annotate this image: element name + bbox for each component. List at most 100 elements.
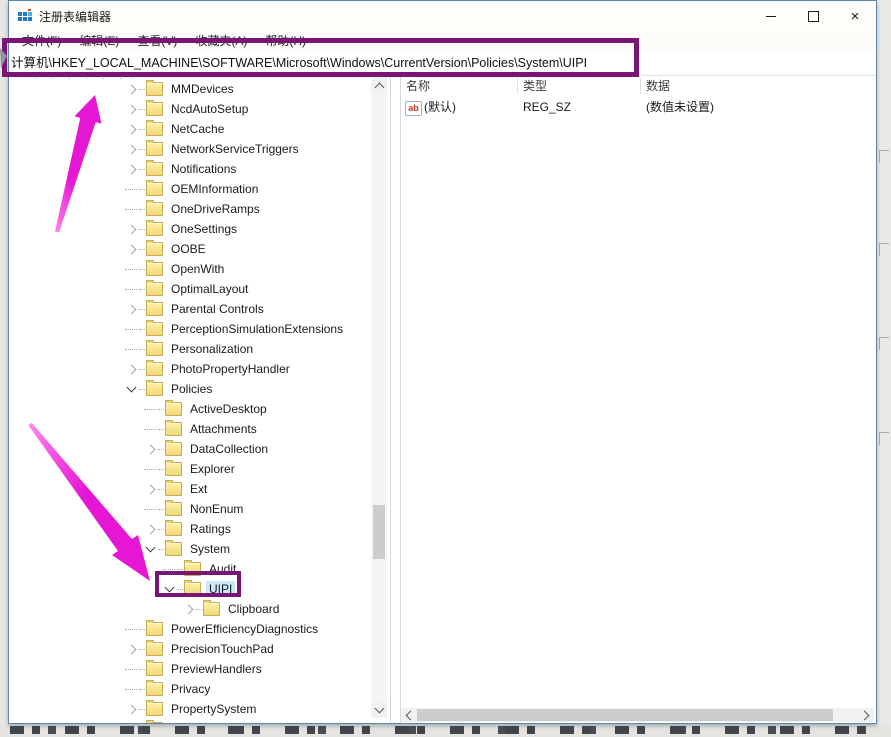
values-scrollbar-thumb[interactable] [417, 709, 833, 721]
value-row[interactable]: ab (默认) REG_SZ (数值未设置) [401, 98, 876, 117]
minimize-button[interactable] [750, 1, 792, 31]
tree-item-netcache[interactable]: NetCache [9, 119, 372, 139]
tree-item-label: NonEnum [190, 502, 244, 516]
tree-item-audit[interactable]: Audit [9, 559, 372, 579]
tree-item-attachments[interactable]: Attachments [9, 419, 372, 439]
tree-item-privacy[interactable]: Privacy [9, 679, 372, 699]
tree-item-photopropertyhandler[interactable]: PhotoPropertyHandler [9, 359, 372, 379]
tree-item-clipboard[interactable]: Clipboard [9, 599, 372, 619]
tree-scrollbar-thumb[interactable] [373, 505, 385, 559]
scroll-left-button[interactable] [401, 708, 417, 722]
chevron-collapsed-icon[interactable] [181, 602, 195, 616]
tree-vertical-scrollbar[interactable] [371, 78, 387, 718]
tree-item-openwith[interactable]: OpenWith [9, 259, 372, 279]
column-header-2[interactable]: 数据 [646, 76, 670, 96]
chevron-expanded-icon[interactable] [143, 542, 157, 556]
tree-item-label: OEMInformation [171, 182, 259, 196]
tree-item-mmdevices[interactable]: MMDevices [9, 79, 372, 99]
tree-item-ext[interactable]: Ext [9, 479, 372, 499]
close-button[interactable]: × [834, 1, 876, 31]
tree-item-powerefficiencydiagnostics[interactable]: PowerEfficiencyDiagnostics [9, 619, 372, 639]
tree-item-oeminformation[interactable]: OEMInformation [9, 179, 372, 199]
chevron-collapsed-icon[interactable] [124, 642, 138, 656]
menu-item-2[interactable]: 查看(V) [128, 31, 186, 51]
chevron-collapsed-icon[interactable] [124, 702, 138, 716]
tree-item-label: OOBE [171, 242, 206, 256]
tree-connector [139, 388, 145, 390]
tree-item-label: Attachments [190, 422, 257, 436]
tree-item-uipi[interactable]: UIPI [9, 579, 372, 599]
tree-item-notifications[interactable]: Notifications [9, 159, 372, 179]
chevron-collapsed-icon[interactable] [124, 222, 138, 236]
values-horizontal-scrollbar[interactable] [401, 708, 874, 722]
tree-item-propertysystem[interactable]: PropertySystem [9, 699, 372, 719]
folder-icon [165, 480, 182, 496]
tree-item-system[interactable]: System [9, 539, 372, 559]
chevron-collapsed-icon[interactable] [124, 722, 138, 723]
tree-item-nonenum[interactable]: NonEnum [9, 499, 372, 519]
folder-icon [165, 400, 182, 416]
tree-item-activedesktop[interactable]: ActiveDesktop [9, 399, 372, 419]
tree-item-personalization[interactable]: Personalization [9, 339, 372, 359]
folder-icon [146, 640, 163, 656]
tree-connector [124, 662, 138, 676]
tree-item-label: DataCollection [190, 442, 269, 456]
folder-icon [165, 520, 182, 536]
tree-item-ratings[interactable]: Ratings [9, 519, 372, 539]
tree-item-explorer[interactable]: Explorer [9, 459, 372, 479]
tree-item-parental-controls[interactable]: Parental Controls [9, 299, 372, 319]
menu-item-4[interactable]: 帮助(H) [256, 31, 315, 51]
tree-connector [139, 348, 145, 350]
chevron-collapsed-icon[interactable] [124, 102, 138, 116]
chevron-expanded-icon[interactable] [124, 382, 138, 396]
column-header-1[interactable]: 类型 [523, 76, 547, 96]
tree-item-ncdautosetup[interactable]: NcdAutoSetup [9, 99, 372, 119]
scroll-up-button[interactable] [371, 78, 387, 94]
scroll-down-button[interactable] [371, 702, 387, 718]
tree-item-proximity[interactable]: Proximity [9, 719, 372, 723]
tree-item-label: Audit [209, 562, 237, 576]
scroll-right-button[interactable] [858, 708, 874, 722]
tree-connector [139, 668, 145, 670]
chevron-collapsed-icon[interactable] [124, 302, 138, 316]
chevron-collapsed-icon[interactable] [124, 362, 138, 376]
chevron-collapsed-icon[interactable] [143, 522, 157, 536]
chevron-expanded-icon[interactable] [162, 582, 176, 596]
column-separator[interactable] [640, 78, 641, 94]
tree-item-label: Proximity [168, 721, 223, 723]
menu-item-3[interactable]: 收藏夹(A) [186, 31, 256, 51]
tree-connector [124, 622, 138, 636]
tree-item-datacollection[interactable]: DataCollection [9, 439, 372, 459]
address-bar[interactable]: 计算机\HKEY_LOCAL_MACHINE\SOFTWARE\Microsof… [9, 51, 876, 76]
tree-item-policies[interactable]: Policies [9, 379, 372, 399]
tree-item-label: Parental Controls [171, 302, 264, 316]
values-list: ab (默认) REG_SZ (数值未设置) [401, 98, 876, 117]
chevron-collapsed-icon[interactable] [124, 82, 138, 96]
chevron-collapsed-icon[interactable] [124, 162, 138, 176]
tree-item-label: PropertySystem [171, 702, 257, 716]
tree-item-precisiontouchpad[interactable]: PrecisionTouchPad [9, 639, 372, 659]
chevron-collapsed-icon[interactable] [143, 442, 157, 456]
tree-item-perceptionsimulationextensions[interactable]: PerceptionSimulationExtensions [9, 319, 372, 339]
menu-item-0[interactable]: 文件(F) [13, 31, 70, 51]
menu-item-1[interactable]: 编辑(E) [70, 31, 128, 51]
tree-item-label: Explorer [190, 462, 235, 476]
column-separator[interactable] [517, 78, 518, 94]
folder-icon [146, 140, 163, 156]
tree-item-optimallayout[interactable]: OptimalLayout [9, 279, 372, 299]
chevron-collapsed-icon[interactable] [124, 142, 138, 156]
tree-item-oobe[interactable]: OOBE [9, 239, 372, 259]
tree-item-onedriveramps[interactable]: OneDriveRamps [9, 199, 372, 219]
chevron-collapsed-icon[interactable] [124, 122, 138, 136]
folder-icon [184, 580, 201, 596]
tree-item-onesettings[interactable]: OneSettings [9, 219, 372, 239]
chevron-collapsed-icon[interactable] [124, 242, 138, 256]
column-header-0[interactable]: 名称 [406, 76, 430, 96]
tree-connector [139, 228, 145, 230]
tree-item-previewhandlers[interactable]: PreviewHandlers [9, 659, 372, 679]
folder-icon [146, 100, 163, 116]
pane-splitter[interactable] [390, 76, 401, 723]
chevron-collapsed-icon[interactable] [143, 482, 157, 496]
maximize-button[interactable] [792, 1, 834, 31]
tree-item-networkservicetriggers[interactable]: NetworkServiceTriggers [9, 139, 372, 159]
